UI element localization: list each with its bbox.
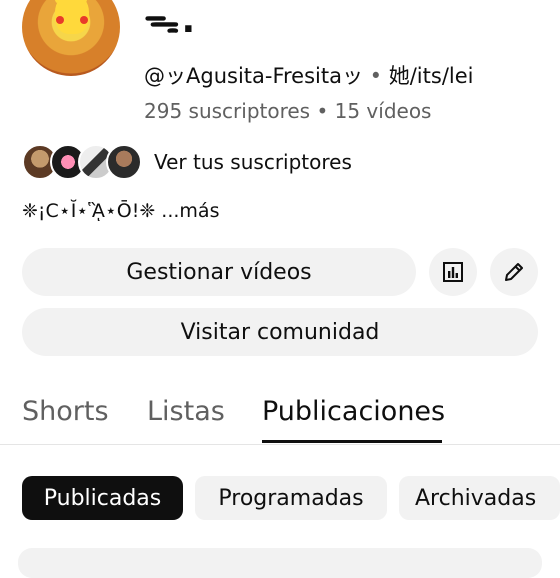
visit-community-button[interactable]: Visitar comunidad [22,308,538,356]
chip-label: Publicadas [43,485,162,511]
channel-description[interactable]: ❈¡C⋆Ĭ⋆ᾋ⋆Ō!❈ ...más [22,200,219,222]
visit-community-label: Visitar comunidad [180,319,380,345]
channel-name: ᯓ. [144,0,198,41]
separator-dot: • [310,99,335,123]
subscriber-avatars [22,144,142,180]
channel-tabs: Shorts Listas Publicaciones [0,388,560,445]
separator-dot: • [362,64,389,88]
avatar-cheek-left [56,16,64,24]
manage-videos-label: Gestionar vídeos [126,259,312,285]
chip-publicadas[interactable]: Publicadas [22,476,183,520]
chip-programadas[interactable]: Programadas [195,476,387,520]
analytics-button[interactable] [429,248,477,296]
tab-listas[interactable]: Listas [147,388,225,442]
video-count: 15 vídeos [334,99,432,123]
view-subscribers-label: Ver tus suscriptores [154,150,352,174]
chip-label: Archivadas [415,485,537,511]
channel-stats: 295 suscriptores • 15 vídeos [144,99,431,123]
tab-publicaciones[interactable]: Publicaciones [262,388,445,442]
channel-handle: @ッAgusita-Fresitaッ [144,64,363,88]
avatar-cheek-right [80,16,88,24]
analytics-icon [443,262,463,282]
tab-shorts[interactable]: Shorts [22,388,109,442]
chip-label: Programadas [218,485,364,511]
subscriber-avatar [106,144,142,180]
post-card[interactable] [18,548,542,578]
channel-pronouns: 她/its/lei [388,64,474,88]
subscriber-count: 295 suscriptores [144,99,311,123]
pencil-icon [505,263,523,281]
manage-videos-button[interactable]: Gestionar vídeos [22,248,416,296]
more-link[interactable]: ...más [155,200,219,222]
edit-channel-button[interactable] [490,248,538,296]
channel-handle-row: @ッAgusita-Fresitaッ • 她/its/lei [144,60,473,90]
view-subscribers-link[interactable]: Ver tus suscriptores [22,144,352,180]
chip-archivadas[interactable]: Archivadas [399,476,560,520]
active-tab-indicator [262,440,442,443]
bio-text: ❈¡C⋆Ĭ⋆ᾋ⋆Ō!❈ [22,200,156,222]
channel-avatar[interactable] [22,0,120,76]
